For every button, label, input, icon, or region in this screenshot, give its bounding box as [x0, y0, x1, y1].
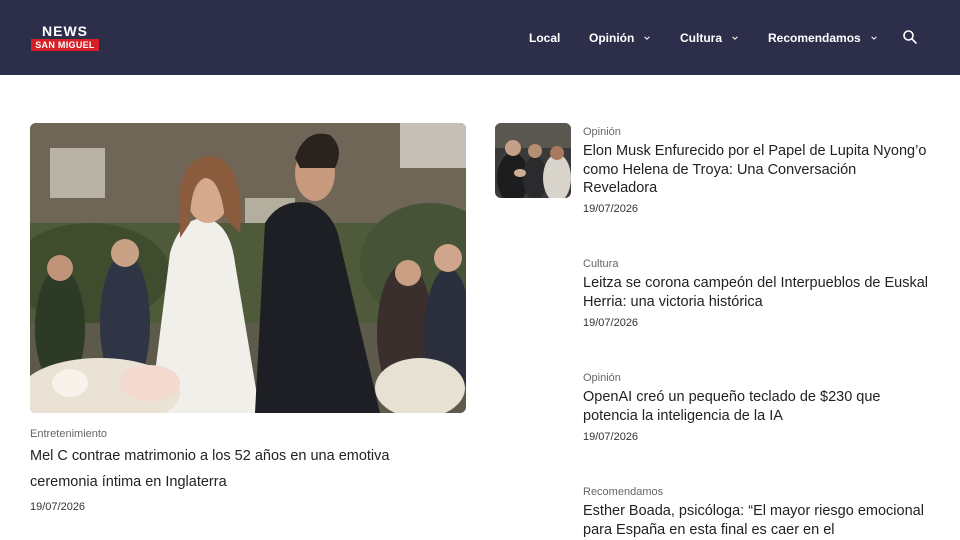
nav-label: Opinión [589, 30, 635, 45]
nav-label: Cultura [680, 30, 722, 45]
logo-text-san-miguel: SAN MIGUEL [31, 39, 99, 51]
nav-item-recomendamos[interactable]: Recomendamos [768, 0, 878, 75]
nav-label: Recomendamos [768, 30, 861, 45]
article-thumbnail[interactable] [495, 123, 571, 198]
article-category[interactable]: Opinión [583, 126, 621, 138]
article-title[interactable]: OpenAI creó un pequeño teclado de $230 q… [583, 388, 933, 425]
article-category[interactable]: Opinión [583, 372, 621, 384]
search-icon[interactable] [902, 29, 918, 45]
article-title[interactable]: Elon Musk Enfurecido por el Papel de Lup… [583, 142, 933, 198]
nav-item-cultura[interactable]: Cultura [680, 0, 739, 75]
chevron-down-icon [870, 35, 877, 40]
featured-image[interactable] [30, 123, 466, 413]
site-header: NEWS SAN MIGUEL Local Opinión Cultura Re… [0, 0, 960, 75]
site-logo[interactable]: NEWS SAN MIGUEL [31, 24, 99, 52]
featured-date: 19/07/2026 [30, 501, 86, 513]
wedding-photo [30, 123, 466, 413]
nav-item-local[interactable]: Local [529, 0, 560, 75]
featured-title[interactable]: Mel C contrae matrimonio a los 52 años e… [30, 443, 430, 495]
logo-text-news: NEWS [42, 23, 88, 39]
article-title[interactable]: Leitza se corona campeón del Interpueblo… [583, 274, 933, 311]
chevron-down-icon [644, 35, 651, 40]
article-title[interactable]: Esther Boada, psicóloga: “El mayor riesg… [583, 502, 933, 539]
featured-category[interactable]: Entretenimiento [30, 428, 107, 440]
article-date: 19/07/2026 [583, 203, 639, 215]
nav-item-opinion[interactable]: Opinión [589, 0, 651, 75]
chevron-down-icon [732, 35, 738, 40]
article-category[interactable]: Recomendamos [583, 486, 663, 498]
article-photo [495, 123, 571, 198]
article-category[interactable]: Cultura [583, 258, 618, 270]
article-date: 19/07/2026 [583, 431, 639, 443]
article-date: 19/07/2026 [583, 317, 639, 329]
nav-label: Local [529, 30, 561, 45]
